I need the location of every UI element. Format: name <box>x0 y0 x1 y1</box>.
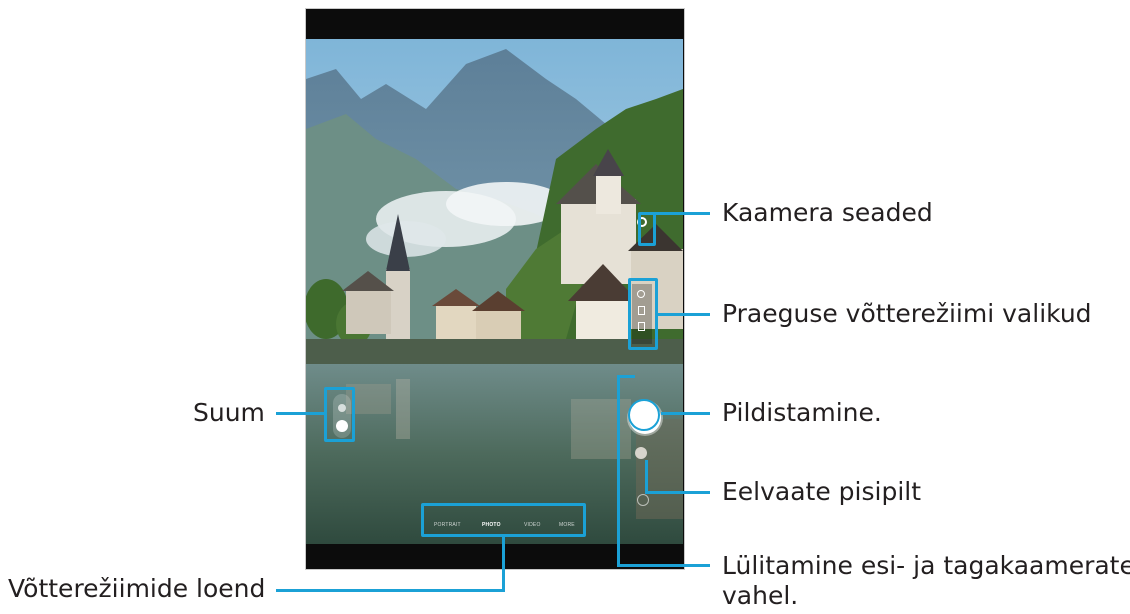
callout-line-modes-h <box>276 589 505 592</box>
callout-line-settings <box>654 212 710 215</box>
modes-list-highlight <box>421 503 586 537</box>
label-camera-settings: Kaamera seaded <box>722 198 933 227</box>
preview-thumbnail[interactable] <box>635 447 647 459</box>
settings-highlight <box>638 212 656 246</box>
callout-line-modes-v <box>502 537 505 592</box>
callout-line-mode-options <box>657 313 710 316</box>
mode-options-highlight <box>628 278 658 350</box>
label-preview-thumbnail: Eelvaate pisipilt <box>722 477 922 506</box>
callout-line-switch-v <box>617 375 620 567</box>
switch-camera-icon[interactable] <box>637 494 649 506</box>
label-zoom: Suum <box>193 398 265 427</box>
shutter-ring <box>628 399 660 431</box>
callout-line-thumbnail-v <box>645 460 648 493</box>
callout-line-switch-h <box>617 564 710 567</box>
zoom-highlight <box>324 387 355 442</box>
label-shooting-modes-list: Võtterežiimide loend <box>8 574 266 603</box>
camera-viewfinder: PORTRAIT PHOTO VIDEO MORE <box>306 39 683 544</box>
callout-line-shutter <box>661 412 710 415</box>
label-switch-camera-line2: vahel. <box>722 581 799 610</box>
landscape-photo <box>306 39 683 544</box>
label-take-picture: Pildistamine. <box>722 398 882 427</box>
callout-line-thumbnail <box>645 491 710 494</box>
label-mode-options: Praeguse võtterežiimi valikud <box>722 299 1092 328</box>
label-switch-camera-line1: Lülitamine esi- ja tagakaamerate <box>722 551 1130 580</box>
callout-line-zoom <box>276 412 324 415</box>
